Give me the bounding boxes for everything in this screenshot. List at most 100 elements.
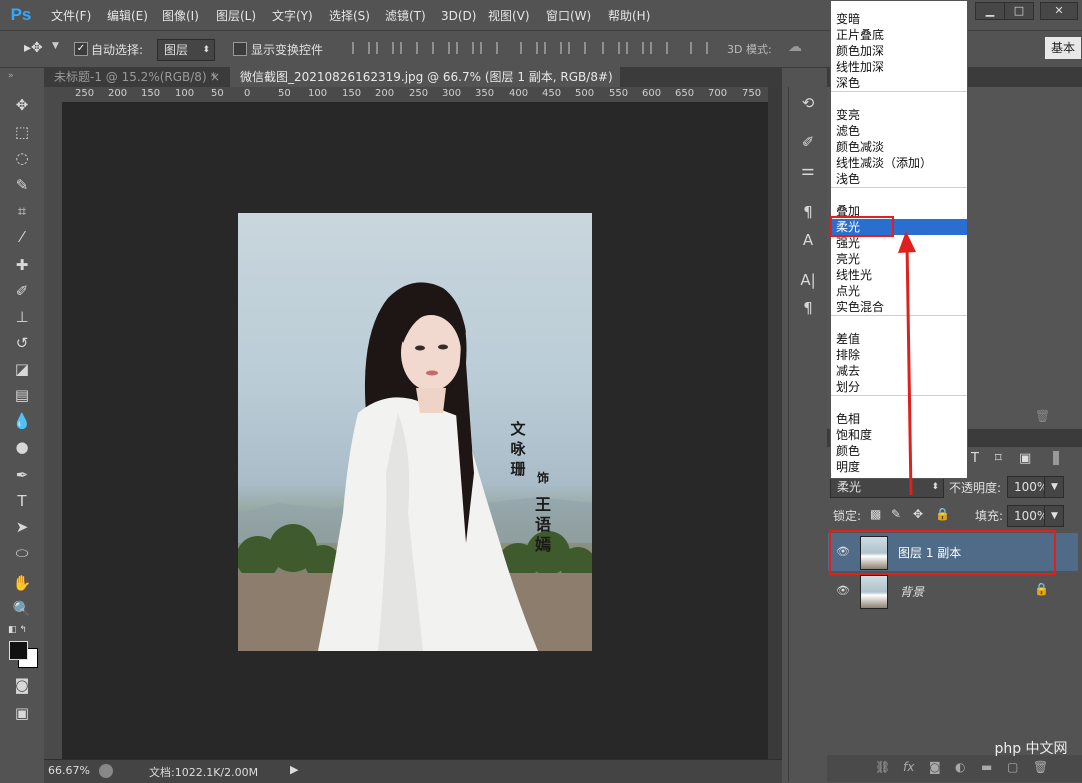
move-tool-icon[interactable]: ✥ — [12, 95, 32, 115]
dodge-tool-icon[interactable]: ● — [12, 437, 32, 457]
menu-edit[interactable]: 编辑(E) — [107, 7, 148, 25]
blend-option[interactable]: 线性加深 — [831, 59, 967, 75]
tab-untitled[interactable]: 未标题-1 @ 15.2%(RGB/8) * × — [44, 67, 230, 87]
move-tool-icon[interactable]: ▸✥ — [24, 40, 43, 56]
gradient-tool-icon[interactable]: ▤ — [12, 385, 32, 405]
lock-position-icon[interactable]: ✥ — [913, 507, 923, 521]
distribute-left-icon[interactable] — [602, 42, 620, 54]
blend-option[interactable]: 滤色 — [831, 123, 967, 139]
blend-option[interactable]: 正片叠底 — [831, 27, 967, 43]
filter-shape-icon[interactable]: ⌑ — [995, 451, 1002, 466]
quick-mask-icon[interactable]: ◙ — [12, 675, 32, 695]
menu-view[interactable]: 视图(V) — [488, 7, 530, 25]
trash-icon[interactable]: 🗑 — [1035, 409, 1050, 423]
close-window-button[interactable]: ✕ — [1040, 2, 1078, 20]
pen-tool-icon[interactable]: ✒ — [12, 465, 32, 485]
eyedropper-tool-icon[interactable]: ⁄ — [12, 227, 32, 247]
marquee-tool-icon[interactable]: ⬚ — [12, 122, 32, 142]
fill-input[interactable]: 100% — [1007, 505, 1049, 527]
menu-select[interactable]: 选择(S) — [329, 7, 370, 25]
collapse-icon[interactable]: » — [8, 71, 14, 81]
filter-type-icon[interactable]: T — [971, 451, 979, 466]
auto-align-icon[interactable] — [690, 42, 708, 54]
layer-name[interactable]: 背景 — [900, 583, 924, 600]
minimize-button[interactable]: ▁ — [975, 2, 1005, 20]
blend-option[interactable]: 深色 — [831, 75, 967, 91]
lasso-tool-icon[interactable]: ◌ — [12, 148, 32, 168]
screen-mode-icon[interactable]: ▣ — [12, 703, 32, 723]
status-icon[interactable] — [99, 764, 113, 778]
lock-transparent-icon[interactable]: ▩ — [870, 507, 881, 521]
align-bottom-icon[interactable] — [400, 42, 418, 54]
menu-filter[interactable]: 滤镜(T) — [385, 7, 426, 25]
document-image[interactable]: 文咏珊 饰 王语嫣 — [238, 213, 592, 651]
3d-rotate-icon[interactable]: ☁ — [788, 39, 802, 55]
align-top-icon[interactable] — [352, 42, 370, 54]
adjustment-layer-icon[interactable]: ◐ — [955, 760, 965, 774]
blend-option[interactable]: 变暗 — [831, 11, 967, 27]
healing-brush-icon[interactable]: ✚ — [12, 255, 32, 275]
horizontal-ruler[interactable]: 250 200 150 100 50 0 50 100 150 200 250 … — [62, 87, 768, 103]
align-left-icon[interactable] — [432, 42, 450, 54]
character-styles-icon[interactable]: A — [797, 229, 819, 251]
hand-tool-icon[interactable]: ✋ — [12, 573, 32, 593]
paragraph-styles-icon[interactable]: ¶ — [797, 201, 819, 223]
distribute-bottom-icon[interactable] — [568, 42, 586, 54]
blend-option[interactable]: 变亮 — [831, 107, 967, 123]
type-tool-icon[interactable]: T — [12, 491, 32, 511]
eye-icon[interactable]: 👁 — [836, 584, 850, 598]
link-layers-icon[interactable]: ⛓ — [875, 760, 890, 774]
filter-toggle[interactable] — [1053, 451, 1059, 465]
align-hcenter-icon[interactable] — [456, 42, 474, 54]
status-menu-arrow-icon[interactable]: ▶ — [290, 763, 298, 776]
auto-select-checkbox[interactable]: ✓ — [74, 42, 88, 56]
lock-paint-icon[interactable]: ✎ — [891, 507, 901, 521]
vertical-ruler[interactable] — [44, 102, 63, 759]
history-panel-icon[interactable]: ⟲ — [797, 92, 819, 114]
stamp-tool-icon[interactable]: ⊥ — [12, 307, 32, 327]
menu-type[interactable]: 文字(Y) — [272, 7, 313, 25]
add-mask-icon[interactable]: ◙ — [929, 760, 941, 774]
blend-mode-select[interactable]: 柔光 ⬍ — [830, 476, 944, 498]
menu-3d[interactable]: 3D(D) — [441, 7, 476, 25]
distribute-right-icon[interactable] — [650, 42, 668, 54]
quick-select-tool-icon[interactable]: ✎ — [12, 175, 32, 195]
menu-image[interactable]: 图像(I) — [162, 7, 199, 25]
blend-option[interactable]: 颜色加深 — [831, 43, 967, 59]
eraser-tool-icon[interactable]: ◪ — [12, 359, 32, 379]
character-panel-icon[interactable]: A| — [797, 269, 819, 291]
opacity-dropdown-icon[interactable]: ▼ — [1044, 476, 1064, 498]
auto-select-dropdown[interactable]: 图层 ⬍ — [157, 39, 215, 61]
brush-panel-icon[interactable]: ✐ — [797, 131, 819, 153]
filter-smart-icon[interactable]: ▣ — [1019, 451, 1031, 466]
brush-tool-icon[interactable]: ✐ — [12, 281, 32, 301]
distribute-vcenter-icon[interactable] — [544, 42, 562, 54]
ellipse-tool-icon[interactable]: ⬭ — [12, 543, 32, 563]
ruler-origin[interactable] — [44, 87, 62, 102]
menu-file[interactable]: 文件(F) — [51, 7, 91, 25]
new-layer-icon[interactable]: ▢ — [1007, 760, 1018, 774]
foreground-color-swatch[interactable] — [9, 641, 28, 660]
brush-presets-icon[interactable]: ⚌ — [797, 159, 819, 181]
align-right-icon[interactable] — [480, 42, 498, 54]
zoom-tool-icon[interactable]: 🔍 — [12, 599, 32, 619]
vertical-scrollbar[interactable] — [768, 87, 782, 759]
delete-layer-icon[interactable]: 🗑 — [1033, 760, 1048, 774]
menu-window[interactable]: 窗口(W) — [546, 7, 591, 25]
workspace-button[interactable]: 基本 — [1045, 37, 1081, 59]
lock-all-icon[interactable]: 🔒 — [935, 507, 950, 521]
menu-help[interactable]: 帮助(H) — [608, 7, 650, 25]
zoom-level[interactable]: 66.67% — [48, 764, 90, 777]
crop-tool-icon[interactable]: ⌗ — [12, 201, 32, 221]
new-group-icon[interactable]: ▬ — [981, 760, 992, 774]
path-select-icon[interactable]: ➤ — [12, 517, 32, 537]
chevron-down-icon[interactable]: ▼ — [52, 41, 59, 51]
blur-tool-icon[interactable]: 💧 — [12, 411, 32, 431]
history-brush-icon[interactable]: ↺ — [12, 333, 32, 353]
distribute-top-icon[interactable] — [520, 42, 538, 54]
default-colors-icon[interactable]: ◧ ↰ — [8, 625, 27, 635]
close-tab-icon[interactable]: × — [210, 67, 220, 87]
maximize-button[interactable]: □ — [1004, 2, 1034, 20]
tab-active-document[interactable]: 微信截图_20210826162319.jpg @ 66.7% (图层 1 副本… — [230, 67, 620, 104]
distribute-hcenter-icon[interactable] — [626, 42, 644, 54]
